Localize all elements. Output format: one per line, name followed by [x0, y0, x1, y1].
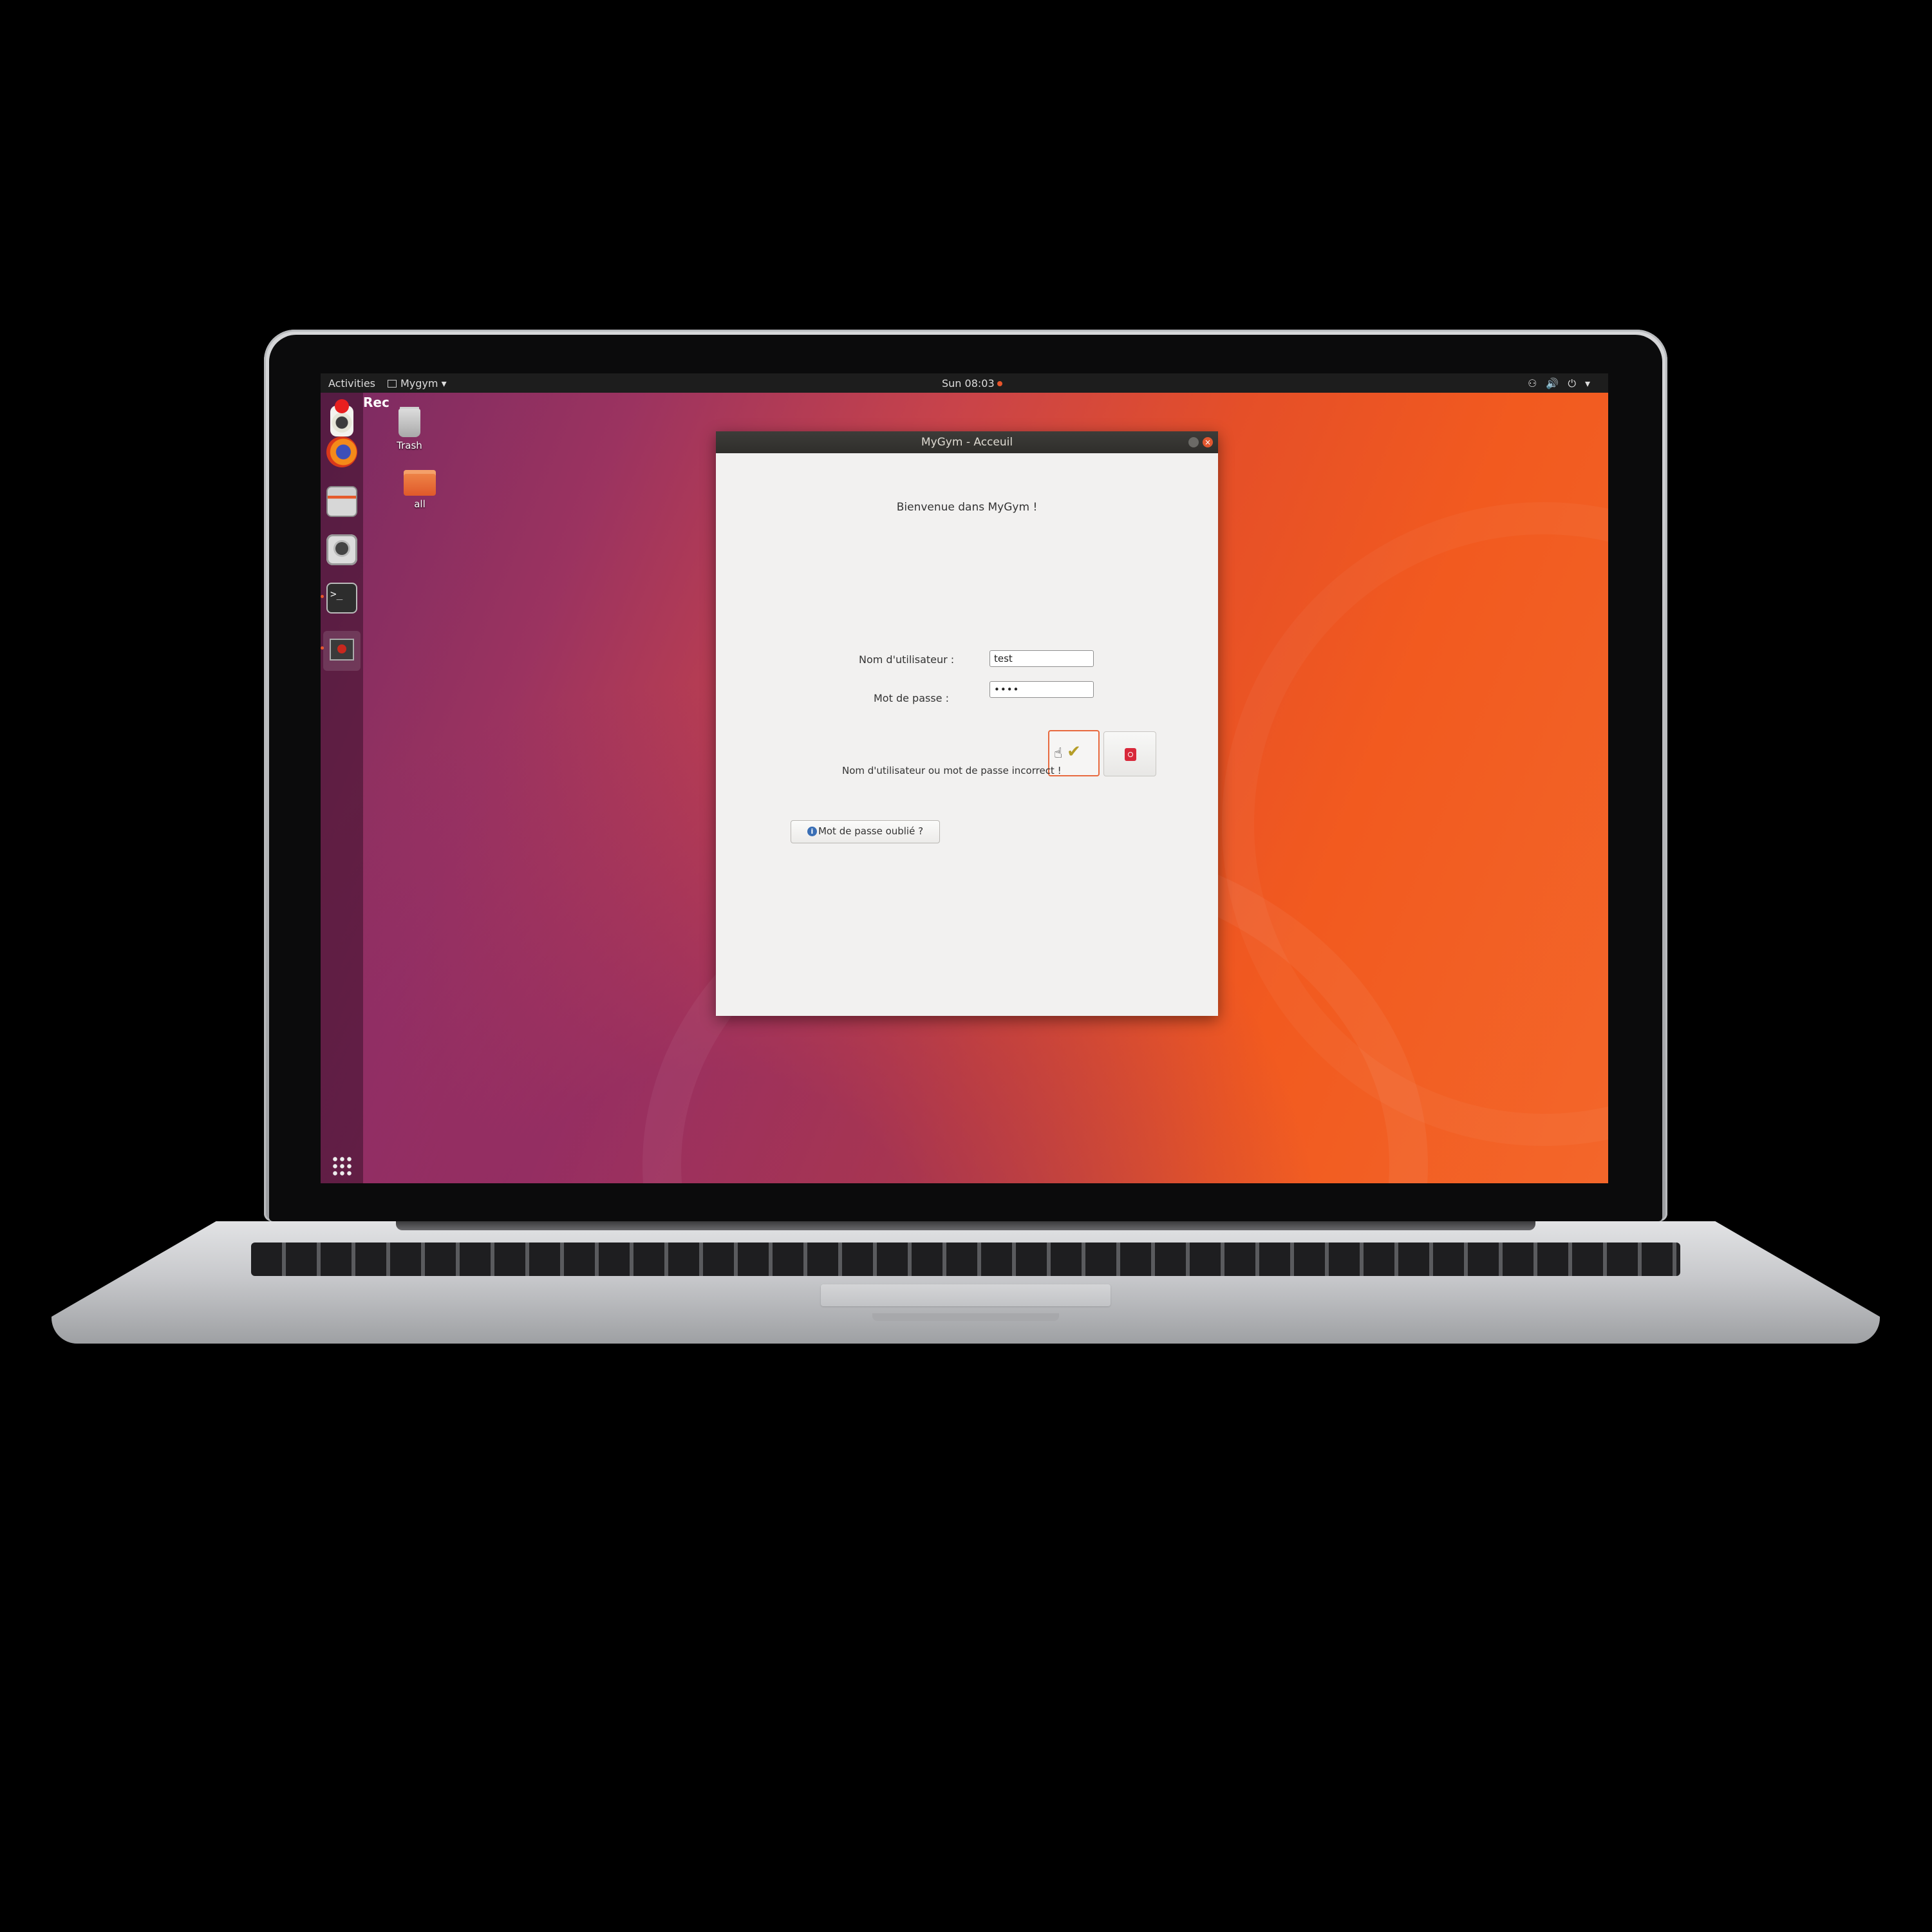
record-dot-icon	[335, 399, 349, 413]
laptop-trackpad	[821, 1284, 1111, 1306]
mygym-app-icon[interactable]	[323, 631, 361, 671]
desktop-trash[interactable]: Trash	[384, 409, 435, 451]
app-menu[interactable]: Mygym ▾	[388, 377, 447, 389]
close-button[interactable]: ×	[1203, 437, 1213, 447]
username-field[interactable]	[989, 650, 1094, 667]
activities-button[interactable]: Activities	[328, 377, 375, 389]
checkmark-icon: ✔	[1067, 742, 1081, 762]
screen: Activities Mygym ▾ Sun 08:03 ⚇🔊⏻▾ >_ Rec…	[321, 373, 1608, 1183]
laptop-base	[52, 1221, 1880, 1344]
laptop-hinge	[396, 1221, 1535, 1230]
terminal-icon[interactable]: >_	[326, 583, 357, 614]
app-menu-label: Mygym ▾	[400, 377, 447, 389]
folder-icon	[404, 470, 436, 496]
trash-label: Trash	[397, 440, 422, 451]
system-tray[interactable]: ⚇🔊⏻▾	[1528, 377, 1599, 390]
username-label: Nom d'utilisateur :	[859, 653, 955, 666]
minimize-button[interactable]	[1188, 437, 1199, 447]
mygym-glyph-icon	[330, 639, 354, 661]
files-icon[interactable]	[326, 486, 357, 517]
laptop-notch	[872, 1313, 1059, 1321]
window-title: MyGym - Acceuil	[921, 436, 1013, 449]
firefox-icon[interactable]	[326, 436, 357, 467]
forgot-password-label: Mot de passe oublié ?	[818, 825, 924, 837]
quit-icon	[1125, 748, 1136, 761]
window-icon	[388, 380, 397, 388]
top-bar: Activities Mygym ▾ Sun 08:03 ⚇🔊⏻▾	[321, 373, 1608, 393]
desktop-folder[interactable]: all	[394, 470, 445, 510]
laptop-keyboard	[251, 1243, 1680, 1276]
mygym-login-window: MyGym - Acceuil × Bienvenue dans MyGym !…	[716, 431, 1218, 1016]
forgot-password-button[interactable]: i Mot de passe oublié ?	[791, 820, 940, 843]
camera-icon[interactable]	[326, 534, 357, 565]
info-icon: i	[807, 827, 817, 836]
rec-label: Rec	[363, 395, 389, 410]
recording-indicator-icon	[997, 381, 1002, 386]
welcome-text: Bienvenue dans MyGym !	[896, 501, 1038, 514]
folder-label: all	[414, 498, 426, 510]
password-label: Mot de passe :	[874, 692, 949, 704]
password-field[interactable]: ••••	[989, 681, 1094, 698]
quit-button[interactable]	[1103, 731, 1156, 776]
running-indicator	[321, 595, 324, 598]
error-message: Nom d'utilisateur ou mot de passe incorr…	[842, 765, 1062, 776]
clock[interactable]: Sun 08:03	[942, 377, 1002, 389]
dock: >_	[321, 393, 363, 1183]
mouse-cursor-icon: ☝	[1054, 746, 1063, 762]
clock-label: Sun 08:03	[942, 377, 995, 389]
window-titlebar[interactable]: MyGym - Acceuil ×	[716, 431, 1218, 453]
trash-icon	[399, 409, 420, 437]
show-applications-icon[interactable]	[332, 1156, 352, 1176]
